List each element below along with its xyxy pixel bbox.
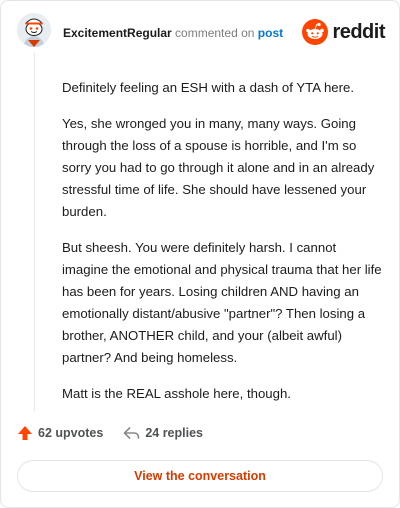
brand-wordmark: reddit [332, 20, 385, 43]
reddit-logo-icon [302, 19, 329, 45]
reply-arrow-icon [124, 427, 140, 439]
snoo-avatar-icon [17, 13, 51, 47]
post-link[interactable]: post [258, 26, 283, 40]
comment-card: ExcitementRegular commented on post redd… [0, 0, 400, 508]
comment-paragraph: Definitely feeling an ESH with a dash of… [62, 80, 354, 95]
upvote-count: 62 upvotes [38, 426, 104, 440]
reply-count: 24 replies [145, 426, 203, 440]
replies-button[interactable]: 24 replies [123, 426, 203, 440]
upvote-arrow-icon [18, 426, 32, 440]
comment-paragraph: But sheesh. You were definitely harsh. I… [62, 240, 382, 365]
comment-body: Definitely feeling an ESH with a dash of… [62, 77, 384, 419]
upvote-button[interactable]: 62 upvotes [17, 425, 103, 441]
reddit-logo[interactable]: reddit [302, 19, 385, 45]
view-conversation-label: View the conversation [134, 469, 266, 483]
comment-header: ExcitementRegular commented on post [63, 26, 283, 40]
username-link[interactable]: ExcitementRegular [63, 26, 172, 40]
view-conversation-button[interactable]: View the conversation [17, 460, 383, 492]
comment-paragraph: Matt is the REAL asshole here, though. [62, 386, 291, 401]
comment-actions: 62 upvotes 24 replies [17, 425, 203, 441]
thread-line[interactable] [34, 53, 35, 411]
comment-paragraph: Yes, she wronged you in many, many ways.… [62, 116, 375, 219]
user-avatar[interactable] [17, 13, 51, 47]
comment-action-text: commented on [175, 26, 255, 40]
